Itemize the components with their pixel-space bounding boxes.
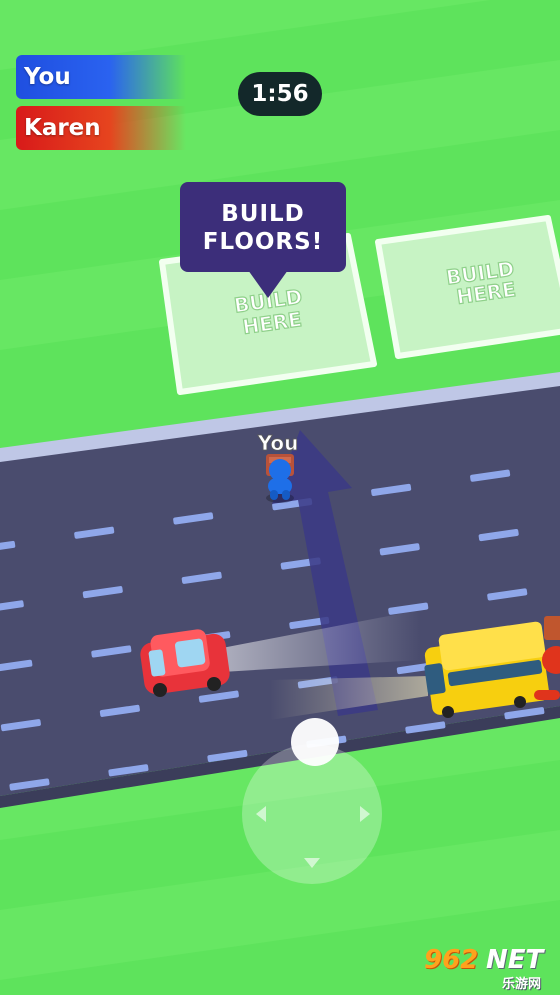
player-tag: You: [257, 431, 299, 455]
red-car-icon: [140, 629, 230, 697]
callout-line1: BUILD: [221, 201, 305, 227]
match-timer: 1:56: [238, 72, 322, 116]
player-name-karen: Karen: [24, 115, 101, 141]
callout-tail: [248, 270, 288, 298]
watermark-brand: 962: [424, 945, 479, 975]
site-watermark: 962 NET 乐游网: [420, 945, 555, 992]
player-name-you: You: [24, 64, 71, 90]
watermark-suffix: NET: [486, 945, 544, 975]
player-score-bar-you: You: [16, 55, 186, 99]
build-floors-callout: BUILD FLOORS!: [180, 182, 346, 272]
player-score-bar-karen: Karen: [16, 106, 186, 150]
build-plot-2[interactable]: BUILD HERE: [375, 215, 560, 359]
callout-line2: FLOORS!: [202, 229, 324, 255]
watermark-subtitle: 乐游网: [502, 977, 542, 992]
